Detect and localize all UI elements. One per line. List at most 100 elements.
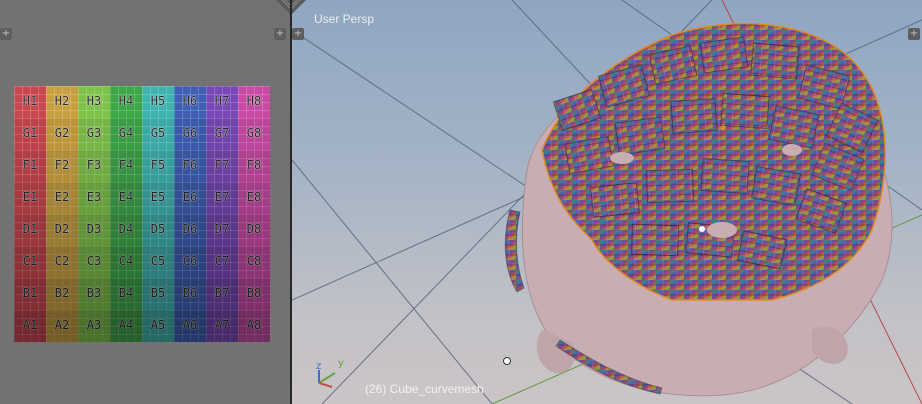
uv-grid-tile: B7 [206, 278, 238, 310]
uv-grid-tile-label: E4 [118, 190, 134, 204]
gizmo-y-label: y [338, 358, 344, 369]
uv-grid-tile-label: D5 [150, 222, 166, 236]
uv-grid-tile-label: F8 [246, 158, 262, 172]
uv-grid-tile: C2 [46, 246, 78, 278]
uv-grid-tile: F8 [238, 150, 270, 182]
uv-grid-tile: A4 [110, 310, 142, 342]
uv-grid-tile-label: G7 [214, 126, 230, 140]
uv-image-editor[interactable]: + + H1 H2 H3 H4 H5 H6 H7 H8 G1 G2 G3 G4 G5 G6 G7 G8 F1 F2… [0, 0, 290, 404]
uv-grid-tile: H7 [206, 86, 238, 118]
active-object-label: (26) Cube_curvemesh [365, 382, 484, 396]
uv-grid-tile: F2 [46, 150, 78, 182]
uv-grid-tile-label: E2 [54, 190, 70, 204]
uv-grid-tile: C1 [14, 246, 46, 278]
uv-grid-tile-label: E8 [246, 190, 262, 204]
uv-grid-tile: A2 [46, 310, 78, 342]
uv-grid-tile: A3 [78, 310, 110, 342]
uv-grid-tile: E7 [206, 182, 238, 214]
uv-grid-tile-label: H6 [182, 94, 198, 108]
uv-grid-tile: D2 [46, 214, 78, 246]
uv-grid-tile: H1 [14, 86, 46, 118]
uv-grid-tile: F5 [142, 150, 174, 182]
uv-grid-tile-label: B4 [118, 286, 134, 300]
uv-grid-tile: G2 [46, 118, 78, 150]
uv-grid-tile: H2 [46, 86, 78, 118]
uv-grid-tile-label: A6 [182, 318, 198, 332]
uv-grid-tile: D4 [110, 214, 142, 246]
area-split-plus-icon-right[interactable]: + [274, 28, 286, 40]
uv-grid-tile: F6 [174, 150, 206, 182]
uv-grid-tile: D7 [206, 214, 238, 246]
uv-grid-tile: D1 [14, 214, 46, 246]
area-split-plus-icon-viewport-right[interactable]: + [908, 28, 920, 40]
uv-grid-tile-label: H2 [54, 94, 70, 108]
uv-grid-tile-label: C6 [182, 254, 198, 268]
uv-grid-tile: D8 [238, 214, 270, 246]
uv-grid-tile-label: B2 [54, 286, 70, 300]
3d-viewport[interactable]: z y + + User Persp (26) Cube_curvemesh [292, 0, 922, 404]
uv-grid-tile-label: E7 [214, 190, 230, 204]
uv-grid-tile-label: F1 [22, 158, 38, 172]
uv-grid-tile-label: H5 [150, 94, 166, 108]
uv-grid-tile-label: D6 [182, 222, 198, 236]
area-corner-handle-icon[interactable] [276, 0, 290, 14]
uv-grid-tile-label: G3 [86, 126, 102, 140]
uv-grid-tile: G7 [206, 118, 238, 150]
uv-grid-tile: H8 [238, 86, 270, 118]
uv-grid-tile: A6 [174, 310, 206, 342]
uv-grid-tile-label: F7 [214, 158, 230, 172]
uv-test-grid-image[interactable]: H1 H2 H3 H4 H5 H6 H7 H8 G1 G2 G3 G4 G5 G6 G7 G8 F1 F2 F3 F4… [14, 86, 270, 342]
uv-grid-tile: F4 [110, 150, 142, 182]
uv-grid-tile-label: D3 [86, 222, 102, 236]
uv-grid-tile: F3 [78, 150, 110, 182]
uv-grid-tile: C8 [238, 246, 270, 278]
uv-grid-tile: E8 [238, 182, 270, 214]
area-split-plus-icon-left[interactable]: + [0, 28, 12, 40]
uv-grid-tile: A8 [238, 310, 270, 342]
viewport-corner-handle-icon[interactable] [292, 0, 306, 14]
uv-grid-tile: C7 [206, 246, 238, 278]
uv-grid-tile-label: B8 [246, 286, 262, 300]
uv-grid-tile: F1 [14, 150, 46, 182]
uv-grid-tile: G3 [78, 118, 110, 150]
uv-grid-tile: G1 [14, 118, 46, 150]
uv-grid-tile: D6 [174, 214, 206, 246]
uv-grid-tile-label: G8 [246, 126, 262, 140]
uv-grid-tile-label: G2 [54, 126, 70, 140]
uv-grid-tile-label: D8 [246, 222, 262, 236]
uv-grid-tile: C3 [78, 246, 110, 278]
uv-grid-tile: H5 [142, 86, 174, 118]
uv-grid-tile-label: F4 [118, 158, 134, 172]
uv-grid-tile: B5 [142, 278, 174, 310]
uv-grid-tile-label: F3 [86, 158, 102, 172]
uv-grid-tile: B3 [78, 278, 110, 310]
uv-grid-tile: F7 [206, 150, 238, 182]
uv-grid-tile-label: D1 [22, 222, 38, 236]
gizmo-z-label: z [316, 361, 321, 372]
uv-grid-tile-label: A3 [86, 318, 102, 332]
uv-grid-tile-label: A7 [214, 318, 230, 332]
uv-grid-tile-label: C7 [214, 254, 230, 268]
area-split-plus-icon-viewport-left[interactable]: + [292, 28, 304, 40]
uv-grid-tile: B6 [174, 278, 206, 310]
uv-grid-tile: E3 [78, 182, 110, 214]
uv-grid-tile-label: A5 [150, 318, 166, 332]
origin-point [720, 125, 726, 131]
uv-grid-tile: B1 [14, 278, 46, 310]
uv-grid-tile-label: H8 [246, 94, 262, 108]
uv-grid-tile: H6 [174, 86, 206, 118]
uv-grid-tile-label: E6 [182, 190, 198, 204]
uv-grid-tile-label: D7 [214, 222, 230, 236]
uv-grid-tile: B2 [46, 278, 78, 310]
uv-grid-tile: A7 [206, 310, 238, 342]
uv-grid-tile: G8 [238, 118, 270, 150]
uv-grid-tile-label: G4 [118, 126, 134, 140]
uv-grid-tile: D3 [78, 214, 110, 246]
uv-grid-tile-label: C5 [150, 254, 166, 268]
uv-grid-tile: E1 [14, 182, 46, 214]
uv-grid-tile-label: H3 [86, 94, 102, 108]
uv-grid-tile: G6 [174, 118, 206, 150]
axis-gizmo: z y [316, 358, 344, 388]
uv-grid-tile-label: F6 [182, 158, 198, 172]
uv-grid-tile: G5 [142, 118, 174, 150]
